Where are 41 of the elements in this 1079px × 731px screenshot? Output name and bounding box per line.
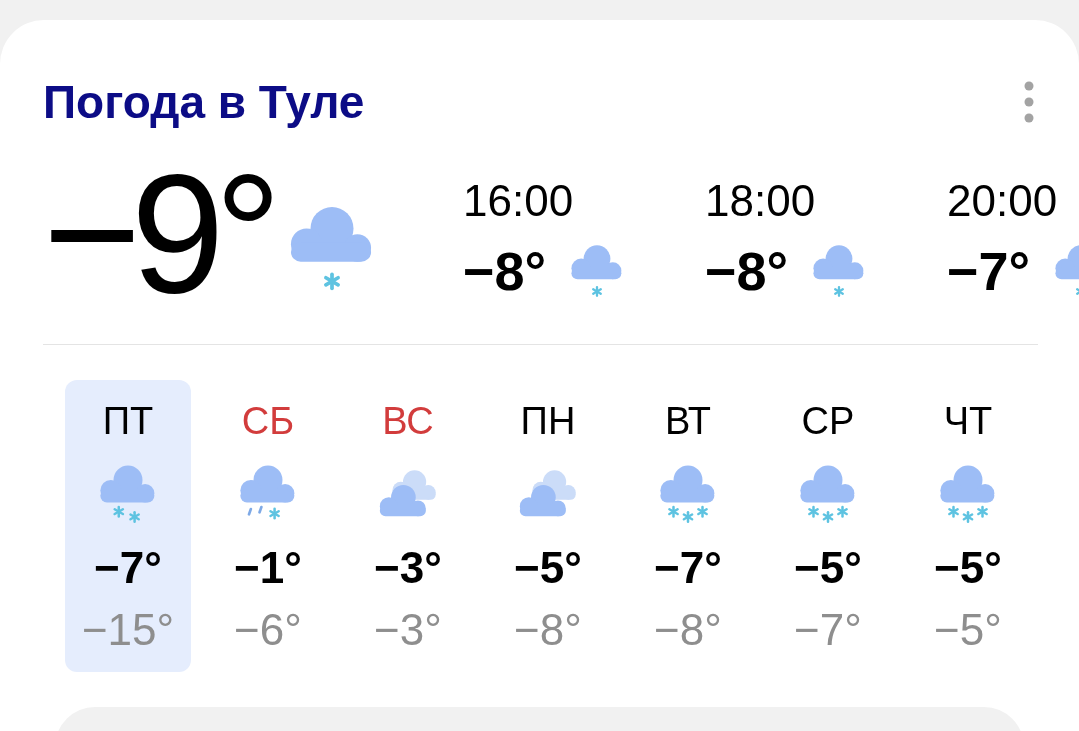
snow-cloud-icon <box>939 464 997 525</box>
night-temperature: −6° <box>234 604 302 656</box>
night-temperature: −15° <box>81 604 175 656</box>
hour-time: 18:00 <box>705 175 816 227</box>
page-title: Погода в Туле <box>43 75 365 130</box>
night-temperature: −8° <box>514 604 582 656</box>
day-label: ВС <box>382 399 434 444</box>
hour-time: 16:00 <box>463 175 574 227</box>
day-tab[interactable]: ПТ −7° −15° <box>65 380 191 672</box>
day-label: ПТ <box>102 399 154 444</box>
hour-temperature: −8° <box>705 241 789 301</box>
day-label: ЧТ <box>943 399 993 444</box>
day-tab[interactable]: СБ −1° −6° <box>205 380 331 672</box>
day-tab[interactable]: ПН −5° −8° <box>485 380 611 672</box>
day-tab[interactable]: ВТ −7° −8° <box>625 380 751 672</box>
night-temperature: −5° <box>934 604 1002 656</box>
hour-time: 20:00 <box>947 175 1058 227</box>
snow-cloud-icon <box>659 464 717 525</box>
current-temperature: −9° <box>43 150 272 318</box>
day-label: СР <box>801 399 855 444</box>
day-label: СБ <box>241 399 295 444</box>
night-temperature: −3° <box>374 604 442 656</box>
day-tab[interactable]: ЧТ −5° −5° <box>905 380 1031 672</box>
day-temperature: −7° <box>654 542 722 594</box>
hour-temperature: −7° <box>947 241 1031 301</box>
day-temperature: −5° <box>934 542 1002 594</box>
day-temperature: −3° <box>374 542 442 594</box>
day-temperature: −5° <box>514 542 582 594</box>
day-tab[interactable]: СР −5° −7° <box>765 380 891 672</box>
night-temperature: −7° <box>794 604 862 656</box>
hour-temperature: −8° <box>463 241 547 301</box>
snow-cloud-icon <box>799 464 857 525</box>
snow-cloud-icon <box>99 464 157 525</box>
day-tab[interactable]: ВС −3° −3° <box>345 380 471 672</box>
day-label: ПН <box>520 399 576 444</box>
day-temperature: −5° <box>794 542 862 594</box>
day-temperature: −1° <box>234 542 302 594</box>
night-temperature: −8° <box>654 604 722 656</box>
day-temperature: −7° <box>94 542 162 594</box>
day-label: ВТ <box>665 399 711 444</box>
more-icon[interactable] <box>1024 81 1034 123</box>
